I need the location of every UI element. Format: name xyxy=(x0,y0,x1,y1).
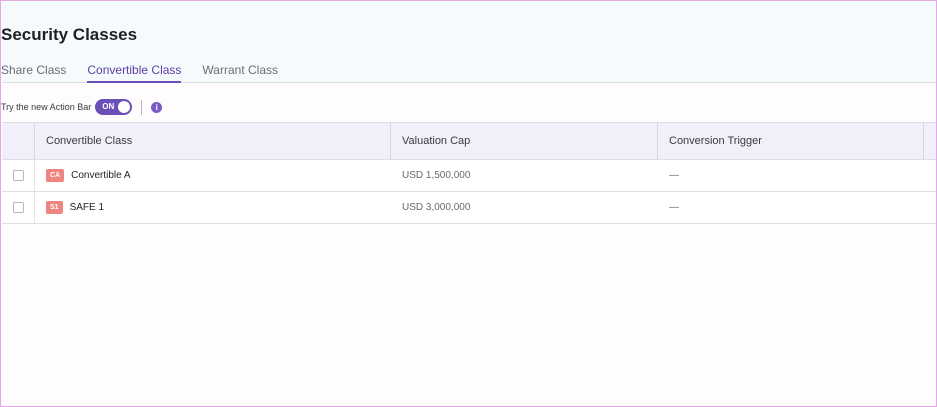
column-header-label: Valuation Cap xyxy=(402,135,471,147)
class-badge: CA xyxy=(46,169,65,182)
tab-share-class[interactable]: Share Class xyxy=(1,63,66,83)
row-checkbox[interactable] xyxy=(13,170,24,181)
class-name: Convertible A xyxy=(71,170,131,181)
conversion-trigger-cell: — xyxy=(669,170,679,181)
column-header-label: Convertible Class xyxy=(46,135,133,147)
table-row[interactable]: CA Convertible A USD 1,500,000 — xyxy=(2,160,936,192)
class-name-cell: CA Convertible A xyxy=(46,160,131,191)
row-checkbox[interactable] xyxy=(13,202,24,213)
tab-convertible-class[interactable]: Convertible Class xyxy=(87,63,182,83)
class-badge: S1 xyxy=(46,201,63,214)
valuation-cap-cell: USD 1,500,000 xyxy=(402,170,471,181)
row-divider xyxy=(34,192,35,223)
toggle-knob xyxy=(118,101,131,113)
class-name-cell: S1 SAFE 1 xyxy=(46,192,104,223)
table-row[interactable]: S1 SAFE 1 USD 3,000,000 — xyxy=(2,192,936,224)
valuation-cap-cell: USD 3,000,000 xyxy=(402,202,471,213)
tab-bar: Share Class Convertible Class Warrant Cl… xyxy=(1,63,299,83)
column-header-conversion-trigger[interactable]: Conversion Trigger xyxy=(658,123,923,159)
conversion-trigger-cell: — xyxy=(669,202,679,213)
app-frame: Security Classes Share Class Convertible… xyxy=(0,0,937,407)
action-bar-toggle-row: Try the new Action Bar ON i xyxy=(1,98,163,116)
tab-warrant-class[interactable]: Warrant Class xyxy=(202,63,278,83)
securities-table: Convertible Class Valuation Cap Conversi… xyxy=(2,122,936,224)
row-divider xyxy=(34,160,35,191)
info-icon[interactable]: i xyxy=(151,101,163,113)
action-bar-toggle[interactable]: ON xyxy=(95,99,133,115)
table-header: Convertible Class Valuation Cap Conversi… xyxy=(2,122,936,160)
column-header-label: Conversion Trigger xyxy=(669,135,762,147)
page-title: Security Classes xyxy=(1,25,138,44)
action-bar-label: Try the new Action Bar xyxy=(1,102,92,112)
column-header-convertible-class[interactable]: Convertible Class xyxy=(35,123,390,159)
column-header-valuation-cap[interactable]: Valuation Cap xyxy=(391,123,657,159)
class-name: SAFE 1 xyxy=(69,202,105,213)
toggle-on-text: ON xyxy=(102,102,115,111)
column-divider[interactable] xyxy=(923,123,924,159)
divider xyxy=(141,99,143,115)
